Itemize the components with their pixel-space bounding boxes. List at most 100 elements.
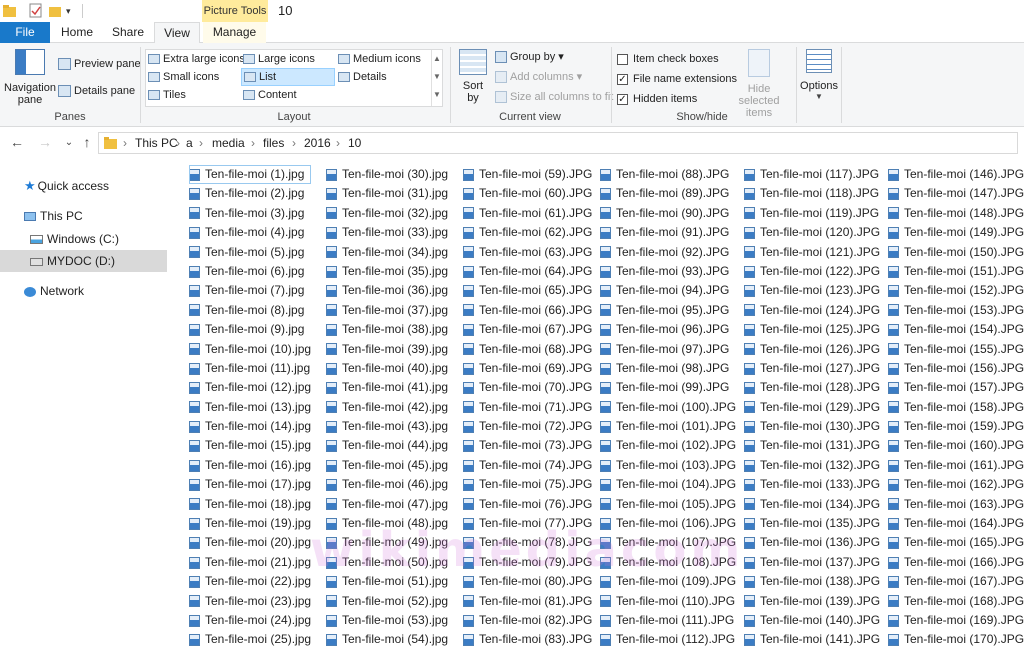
file-item[interactable]: Ten-file-moi (107).JPG: [600, 533, 736, 552]
file-item[interactable]: Ten-file-moi (44).jpg: [326, 436, 448, 455]
file-item[interactable]: Ten-file-moi (124).JPG: [744, 301, 880, 320]
breadcrumb-2016[interactable]: 2016: [304, 136, 331, 150]
file-item[interactable]: Ten-file-moi (77).JPG: [463, 514, 592, 533]
layout-details[interactable]: Details: [338, 70, 430, 84]
file-item[interactable]: Ten-file-moi (169).JPG: [888, 611, 1024, 630]
layout-content[interactable]: Content: [243, 88, 335, 102]
file-item[interactable]: Ten-file-moi (32).jpg: [326, 204, 448, 223]
file-item[interactable]: Ten-file-moi (42).jpg: [326, 398, 448, 417]
file-item[interactable]: Ten-file-moi (35).jpg: [326, 262, 448, 281]
file-item[interactable]: Ten-file-moi (102).JPG: [600, 436, 736, 455]
file-item[interactable]: Ten-file-moi (48).jpg: [326, 514, 448, 533]
navigation-pane-button[interactable]: Navigation pane: [4, 49, 56, 109]
scroll-up-icon[interactable]: ▲: [432, 50, 442, 68]
file-item[interactable]: Ten-file-moi (157).JPG: [888, 378, 1024, 397]
file-item[interactable]: Ten-file-moi (70).JPG: [463, 378, 592, 397]
file-item[interactable]: Ten-file-moi (137).JPG: [744, 553, 880, 572]
file-item[interactable]: Ten-file-moi (149).JPG: [888, 223, 1024, 242]
file-item[interactable]: Ten-file-moi (46).jpg: [326, 475, 448, 494]
file-item[interactable]: Ten-file-moi (25).jpg: [189, 630, 311, 649]
file-item[interactable]: Ten-file-moi (119).JPG: [744, 204, 880, 223]
file-item[interactable]: Ten-file-moi (33).jpg: [326, 223, 448, 242]
file-item[interactable]: Ten-file-moi (41).jpg: [326, 378, 448, 397]
more-layouts-icon[interactable]: ▼: [432, 86, 442, 104]
details-pane-button[interactable]: Details pane: [58, 84, 135, 98]
file-item[interactable]: Ten-file-moi (39).jpg: [326, 340, 448, 359]
file-item[interactable]: Ten-file-moi (156).JPG: [888, 359, 1024, 378]
file-item[interactable]: Ten-file-moi (49).jpg: [326, 533, 448, 552]
layout-small-icons[interactable]: Small icons: [148, 70, 240, 84]
file-item[interactable]: Ten-file-moi (30).jpg: [326, 165, 448, 184]
sidebar-item-windows-c[interactable]: Windows (C:): [0, 228, 167, 250]
preview-pane-button[interactable]: Preview pane: [58, 57, 141, 71]
file-item[interactable]: Ten-file-moi (54).jpg: [326, 630, 448, 649]
back-icon[interactable]: ←: [8, 134, 26, 150]
file-item[interactable]: Ten-file-moi (23).jpg: [189, 592, 311, 611]
file-item[interactable]: Ten-file-moi (3).jpg: [189, 204, 311, 223]
file-item[interactable]: Ten-file-moi (8).jpg: [189, 301, 311, 320]
file-item[interactable]: Ten-file-moi (135).JPG: [744, 514, 880, 533]
file-item[interactable]: Ten-file-moi (167).JPG: [888, 572, 1024, 591]
file-item[interactable]: Ten-file-moi (100).JPG: [600, 398, 736, 417]
file-item[interactable]: Ten-file-moi (159).JPG: [888, 417, 1024, 436]
file-item[interactable]: Ten-file-moi (38).jpg: [326, 320, 448, 339]
file-item[interactable]: Ten-file-moi (130).JPG: [744, 417, 880, 436]
file-item[interactable]: Ten-file-moi (131).JPG: [744, 436, 880, 455]
file-item[interactable]: Ten-file-moi (164).JPG: [888, 514, 1024, 533]
file-item[interactable]: Ten-file-moi (101).JPG: [600, 417, 736, 436]
crumb-separator-icon[interactable]: ›: [251, 136, 255, 150]
file-item[interactable]: Ten-file-moi (51).jpg: [326, 572, 448, 591]
file-item[interactable]: Ten-file-moi (12).jpg: [189, 378, 311, 397]
file-item[interactable]: Ten-file-moi (74).JPG: [463, 456, 592, 475]
file-item[interactable]: Ten-file-moi (127).JPG: [744, 359, 880, 378]
file-item[interactable]: Ten-file-moi (158).JPG: [888, 398, 1024, 417]
file-item[interactable]: Ten-file-moi (139).JPG: [744, 592, 880, 611]
file-item[interactable]: Ten-file-moi (99).JPG: [600, 378, 736, 397]
file-item[interactable]: Ten-file-moi (88).JPG: [600, 165, 736, 184]
file-item[interactable]: Ten-file-moi (126).JPG: [744, 340, 880, 359]
item-check-boxes-toggle[interactable]: Item check boxes: [617, 52, 719, 66]
checkbox-checked[interactable]: ✓: [617, 73, 628, 85]
crumb-separator-icon[interactable]: ›: [336, 136, 340, 150]
file-item[interactable]: Ten-file-moi (63).JPG: [463, 243, 592, 262]
file-item[interactable]: Ten-file-moi (17).jpg: [189, 475, 311, 494]
size-columns-button[interactable]: Size all columns to fit: [495, 90, 613, 104]
file-item[interactable]: Ten-file-moi (122).JPG: [744, 262, 880, 281]
file-item[interactable]: Ten-file-moi (103).JPG: [600, 456, 736, 475]
file-item[interactable]: Ten-file-moi (13).jpg: [189, 398, 311, 417]
scroll-down-icon[interactable]: ▼: [432, 68, 442, 86]
file-item[interactable]: Ten-file-moi (140).JPG: [744, 611, 880, 630]
file-item[interactable]: Ten-file-moi (97).JPG: [600, 340, 736, 359]
file-item[interactable]: Ten-file-moi (170).JPG: [888, 630, 1024, 649]
sidebar-item-mydoc-d[interactable]: MYDOC (D:): [0, 250, 167, 272]
file-item[interactable]: Ten-file-moi (151).JPG: [888, 262, 1024, 281]
breadcrumb-this-pc[interactable]: This PC: [135, 136, 178, 150]
file-item[interactable]: Ten-file-moi (36).jpg: [326, 281, 448, 300]
file-item[interactable]: Ten-file-moi (154).JPG: [888, 320, 1024, 339]
file-item[interactable]: Ten-file-moi (53).jpg: [326, 611, 448, 630]
file-item[interactable]: Ten-file-moi (34).jpg: [326, 243, 448, 262]
file-item[interactable]: Ten-file-moi (14).jpg: [189, 417, 311, 436]
file-item[interactable]: Ten-file-moi (152).JPG: [888, 281, 1024, 300]
file-item[interactable]: Ten-file-moi (78).JPG: [463, 533, 592, 552]
file-item[interactable]: Ten-file-moi (155).JPG: [888, 340, 1024, 359]
file-item[interactable]: Ten-file-moi (20).jpg: [189, 533, 311, 552]
file-item[interactable]: Ten-file-moi (22).jpg: [189, 572, 311, 591]
crumb-separator-icon[interactable]: ›: [123, 136, 127, 150]
hidden-items-toggle[interactable]: ✓ Hidden items: [617, 92, 697, 106]
file-item[interactable]: Ten-file-moi (81).JPG: [463, 592, 592, 611]
customize-toolbar-icon[interactable]: ▾: [66, 3, 82, 19]
address-bar[interactable]: › This PC › a › media › files › 2016 › 1…: [98, 132, 1018, 154]
file-item[interactable]: Ten-file-moi (2).jpg: [189, 184, 311, 203]
file-item[interactable]: Ten-file-moi (79).JPG: [463, 553, 592, 572]
file-item[interactable]: Ten-file-moi (160).JPG: [888, 436, 1024, 455]
add-columns-button[interactable]: Add columns ▾: [495, 70, 582, 84]
file-item[interactable]: Ten-file-moi (105).JPG: [600, 495, 736, 514]
file-item[interactable]: Ten-file-moi (47).jpg: [326, 495, 448, 514]
file-item[interactable]: Ten-file-moi (11).jpg: [189, 359, 311, 378]
tab-view[interactable]: View: [154, 22, 200, 44]
file-item[interactable]: Ten-file-moi (108).JPG: [600, 553, 736, 572]
file-item[interactable]: Ten-file-moi (123).JPG: [744, 281, 880, 300]
file-item[interactable]: Ten-file-moi (37).jpg: [326, 301, 448, 320]
forward-icon[interactable]: →: [36, 134, 54, 150]
